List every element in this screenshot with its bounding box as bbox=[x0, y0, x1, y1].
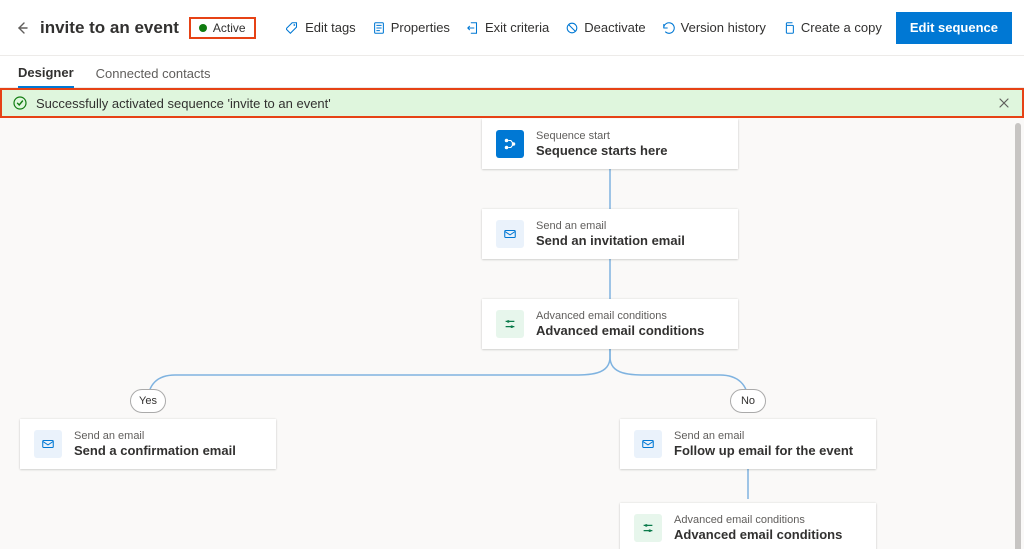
designer-canvas[interactable]: Sequence start Sequence starts here Send… bbox=[0, 119, 1024, 549]
scrollbar[interactable] bbox=[1015, 123, 1021, 549]
exit-criteria-label: Exit criteria bbox=[485, 20, 549, 35]
edit-tags-label: Edit tags bbox=[305, 20, 356, 35]
tab-bar: Designer Connected contacts bbox=[0, 56, 1024, 88]
back-button[interactable] bbox=[12, 18, 32, 38]
status-dot-icon bbox=[199, 24, 207, 32]
node-label: Send an invitation email bbox=[536, 233, 685, 249]
status-label: Active bbox=[213, 21, 246, 35]
success-check-icon bbox=[12, 95, 28, 111]
create-copy-label: Create a copy bbox=[801, 20, 882, 35]
banner-message: Successfully activated sequence 'invite … bbox=[36, 96, 331, 111]
mail-icon bbox=[496, 220, 524, 248]
tag-icon bbox=[286, 21, 300, 35]
copy-icon bbox=[782, 21, 796, 35]
node-label: Advanced email conditions bbox=[674, 527, 842, 543]
header-bar: invite to an event Active Edit tags Prop… bbox=[0, 0, 1024, 56]
properties-icon bbox=[372, 21, 386, 35]
node-caption: Send an email bbox=[536, 219, 685, 233]
conditions-icon bbox=[496, 310, 524, 338]
version-history-label: Version history bbox=[681, 20, 766, 35]
branch-no: No bbox=[730, 389, 766, 413]
properties-label: Properties bbox=[391, 20, 450, 35]
mail-icon bbox=[634, 430, 662, 458]
exit-icon bbox=[466, 21, 480, 35]
node-send-invitation[interactable]: Send an email Send an invitation email bbox=[482, 209, 738, 259]
tab-connected-contacts[interactable]: Connected contacts bbox=[96, 66, 211, 87]
tab-designer[interactable]: Designer bbox=[18, 65, 74, 88]
back-arrow-icon bbox=[14, 20, 30, 36]
banner-close-button[interactable] bbox=[996, 95, 1012, 111]
node-caption: Sequence start bbox=[536, 129, 668, 143]
node-sequence-start[interactable]: Sequence start Sequence starts here bbox=[482, 119, 738, 169]
status-chip: Active bbox=[189, 17, 256, 39]
create-copy-button[interactable]: Create a copy bbox=[774, 12, 890, 44]
node-caption: Advanced email conditions bbox=[536, 309, 704, 323]
conditions-icon bbox=[634, 514, 662, 542]
node-label: Follow up email for the event bbox=[674, 443, 853, 459]
branch-yes: Yes bbox=[130, 389, 166, 413]
success-banner: Successfully activated sequence 'invite … bbox=[0, 88, 1024, 118]
deactivate-button[interactable]: Deactivate bbox=[557, 12, 653, 44]
version-history-button[interactable]: Version history bbox=[654, 12, 774, 44]
node-caption: Send an email bbox=[74, 429, 236, 443]
node-caption: Send an email bbox=[674, 429, 853, 443]
properties-button[interactable]: Properties bbox=[364, 12, 458, 44]
node-label: Advanced email conditions bbox=[536, 323, 704, 339]
node-caption: Advanced email conditions bbox=[674, 513, 842, 527]
deactivate-label: Deactivate bbox=[584, 20, 645, 35]
sequence-title: invite to an event bbox=[40, 18, 179, 38]
exit-criteria-button[interactable]: Exit criteria bbox=[458, 12, 557, 44]
mail-icon bbox=[34, 430, 62, 458]
node-label: Sequence starts here bbox=[536, 143, 668, 159]
edit-sequence-button[interactable]: Edit sequence bbox=[896, 12, 1012, 44]
edit-tags-button[interactable]: Edit tags bbox=[278, 12, 364, 44]
history-icon bbox=[662, 21, 676, 35]
node-confirmation-email[interactable]: Send an email Send a confirmation email bbox=[20, 419, 276, 469]
node-advanced-conditions-2[interactable]: Advanced email conditions Advanced email… bbox=[620, 503, 876, 549]
start-icon bbox=[496, 130, 524, 158]
deactivate-icon bbox=[565, 21, 579, 35]
node-advanced-conditions-1[interactable]: Advanced email conditions Advanced email… bbox=[482, 299, 738, 349]
node-label: Send a confirmation email bbox=[74, 443, 236, 459]
node-followup-email[interactable]: Send an email Follow up email for the ev… bbox=[620, 419, 876, 469]
